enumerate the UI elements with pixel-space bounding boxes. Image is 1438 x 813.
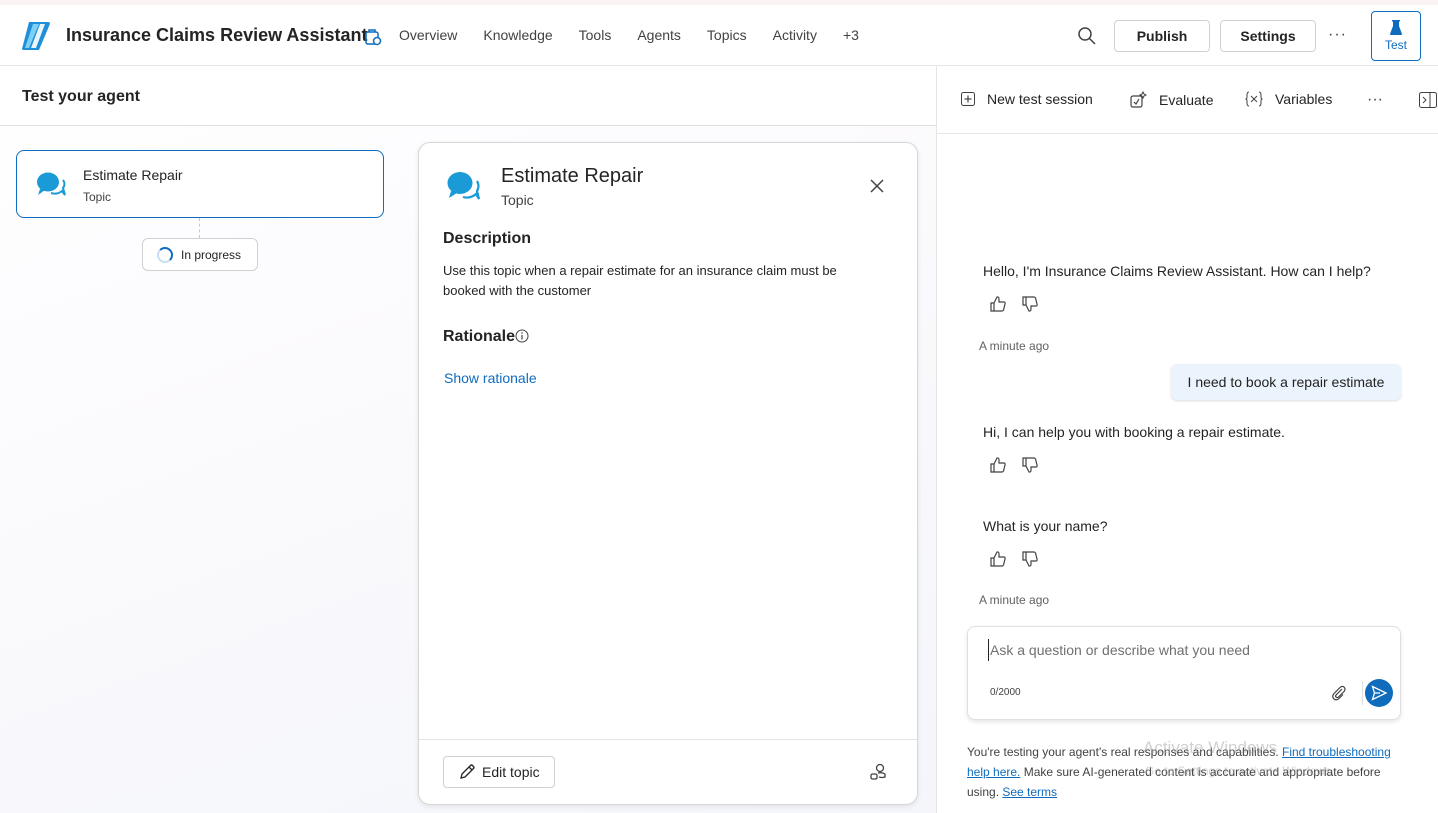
publish-button[interactable]: Publish bbox=[1114, 20, 1210, 52]
thumbs-up-icon[interactable] bbox=[989, 550, 1007, 568]
thumbs-up-icon[interactable] bbox=[989, 295, 1007, 313]
thumbs-up-icon[interactable] bbox=[989, 456, 1007, 474]
activation-watermark: Activate Windows bbox=[1143, 738, 1278, 757]
nav-overview[interactable]: Overview bbox=[399, 27, 457, 43]
message-timestamp: A minute ago bbox=[979, 593, 1050, 607]
collapse-panel-icon[interactable] bbox=[1419, 92, 1437, 108]
nav-knowledge[interactable]: Knowledge bbox=[483, 27, 552, 43]
new-test-session-button[interactable]: New test session bbox=[961, 91, 1093, 107]
spinner-icon bbox=[157, 246, 173, 263]
show-rationale-link[interactable]: Show rationale bbox=[444, 370, 537, 386]
bot-message: Hi, I can help you with booking a repair… bbox=[983, 424, 1285, 440]
thumbs-down-icon[interactable] bbox=[1021, 456, 1039, 474]
message-timestamp: A minute ago bbox=[979, 339, 1050, 353]
test-button-label: Test bbox=[1384, 38, 1407, 52]
status-badge: In progress bbox=[142, 238, 258, 271]
character-count: 0/2000 bbox=[990, 687, 1021, 698]
evaluate-icon bbox=[1130, 91, 1147, 108]
chat-input[interactable] bbox=[988, 639, 1388, 661]
description-heading: Description bbox=[443, 230, 532, 247]
footer-divider bbox=[419, 739, 917, 740]
chat-input-box: 0/2000 bbox=[967, 626, 1401, 720]
user-message: I need to book a repair estimate bbox=[1171, 364, 1401, 400]
activation-watermark-sub: Go to Settings to activate Windows. bbox=[1145, 764, 1335, 778]
input-divider bbox=[1362, 681, 1363, 705]
chat-more-options-icon[interactable]: ··· bbox=[1367, 91, 1383, 109]
see-terms-link[interactable]: See terms bbox=[1002, 785, 1057, 799]
send-button[interactable] bbox=[1365, 679, 1393, 707]
top-accent-strip bbox=[0, 0, 1438, 5]
flow-connector bbox=[199, 218, 200, 238]
attach-icon[interactable] bbox=[1330, 684, 1348, 702]
topic-node-type: Topic bbox=[83, 190, 112, 204]
feedback-buttons bbox=[989, 550, 1039, 568]
close-icon[interactable] bbox=[867, 176, 887, 196]
more-options-icon[interactable]: ··· bbox=[1328, 26, 1347, 44]
test-chat-panel: New test session Evaluate Variables ··· bbox=[936, 66, 1438, 813]
search-icon[interactable] bbox=[1077, 26, 1097, 46]
edit-topic-label: Edit topic bbox=[482, 764, 540, 780]
nav-activity[interactable]: Activity bbox=[773, 27, 817, 43]
app-logo-icon bbox=[22, 22, 50, 50]
topic-node-title: Estimate Repair bbox=[83, 167, 183, 183]
rationale-heading: Rationale bbox=[443, 328, 516, 345]
feedback-buttons bbox=[989, 295, 1039, 313]
new-test-session-label: New test session bbox=[987, 91, 1093, 107]
variables-button[interactable]: Variables bbox=[1245, 91, 1332, 107]
evaluate-label: Evaluate bbox=[1159, 92, 1214, 108]
topic-detail-panel: Estimate Repair Topic Description Use th… bbox=[418, 142, 918, 805]
variables-label: Variables bbox=[1275, 91, 1333, 107]
chat-bubbles-icon bbox=[37, 172, 66, 196]
top-bar: Insurance Claims Review Assistant Overvi… bbox=[0, 0, 1438, 66]
evaluate-button[interactable]: Evaluate bbox=[1129, 91, 1213, 109]
test-button[interactable]: Test bbox=[1371, 11, 1421, 61]
chat-bubbles-icon bbox=[447, 172, 481, 200]
agent-settings-icon[interactable] bbox=[363, 27, 383, 47]
description-text: Use this topic when a repair estimate fo… bbox=[443, 263, 837, 298]
variables-icon bbox=[1245, 91, 1263, 107]
thumbs-down-icon[interactable] bbox=[1021, 550, 1039, 568]
status-text: In progress bbox=[181, 247, 242, 262]
detail-title: Estimate Repair bbox=[501, 165, 644, 187]
pencil-icon bbox=[460, 764, 475, 779]
info-icon[interactable] bbox=[515, 329, 529, 343]
left-header: Test your agent bbox=[0, 66, 936, 126]
settings-button[interactable]: Settings bbox=[1220, 20, 1316, 52]
app-title: Insurance Claims Review Assistant bbox=[66, 25, 368, 45]
send-icon bbox=[1371, 685, 1387, 701]
chat-toolbar: New test session Evaluate Variables ··· bbox=[937, 66, 1438, 134]
nav-agents[interactable]: Agents bbox=[637, 27, 681, 43]
bot-message: What is your name? bbox=[983, 518, 1108, 534]
nav-tools[interactable]: Tools bbox=[579, 27, 612, 43]
copilot-feedback-icon[interactable] bbox=[868, 762, 888, 782]
feedback-buttons bbox=[989, 456, 1039, 474]
add-square-icon bbox=[961, 92, 975, 106]
top-nav: Overview Knowledge Tools Agents Topics A… bbox=[399, 27, 885, 43]
flask-icon bbox=[1390, 20, 1402, 35]
bot-message: Hello, I'm Insurance Claims Review Assis… bbox=[983, 263, 1371, 279]
nav-topics[interactable]: Topics bbox=[707, 27, 747, 43]
page-title: Test your agent bbox=[22, 88, 140, 105]
thumbs-down-icon[interactable] bbox=[1021, 295, 1039, 313]
detail-type: Topic bbox=[501, 192, 534, 208]
edit-topic-button[interactable]: Edit topic bbox=[443, 756, 555, 788]
nav-more[interactable]: +3 bbox=[843, 27, 859, 43]
topic-node-card[interactable]: Estimate Repair Topic bbox=[16, 150, 384, 218]
